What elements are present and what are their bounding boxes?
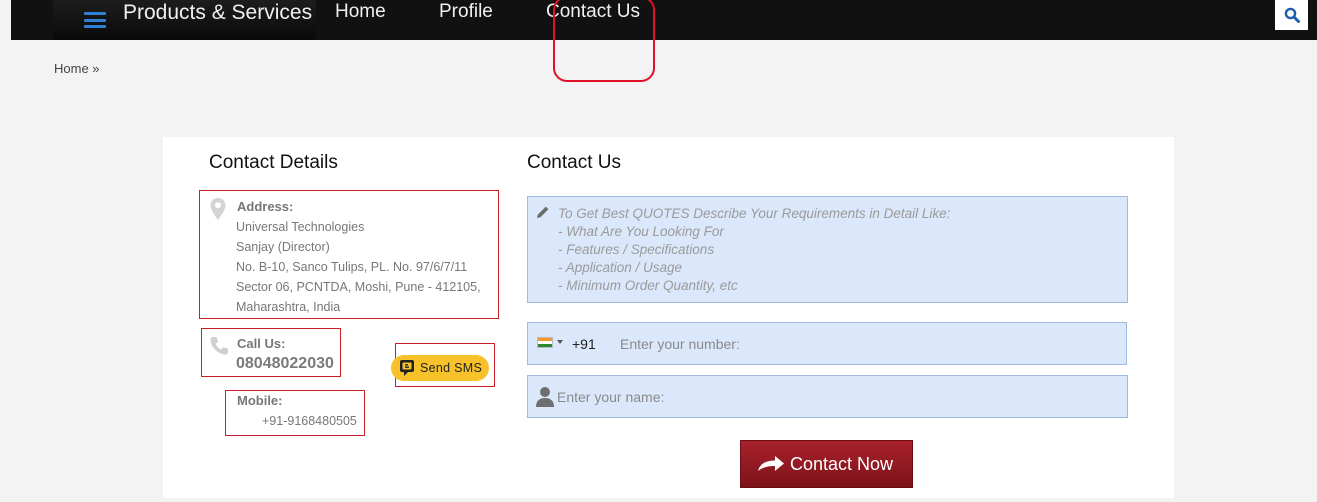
contact-us-heading: Contact Us bbox=[527, 152, 621, 173]
call-number[interactable]: 08048022030 bbox=[236, 355, 334, 373]
name-input[interactable] bbox=[557, 384, 1117, 410]
map-pin-icon bbox=[210, 198, 226, 220]
address-line: Universal Technologies bbox=[236, 220, 365, 234]
nav-home-link[interactable]: Home bbox=[335, 1, 386, 23]
send-sms-button[interactable]: Send SMS bbox=[391, 355, 489, 381]
products-services-menu[interactable]: Products & Services bbox=[53, 0, 316, 40]
contact-us-highlight-annotation bbox=[553, 0, 655, 82]
address-line: Sector 06, PCNTDA, Moshi, Pune - 412105, bbox=[236, 280, 481, 294]
breadcrumb[interactable]: Home » bbox=[54, 61, 100, 76]
dial-code: +91 bbox=[572, 336, 596, 352]
india-flag-icon[interactable] bbox=[537, 337, 553, 348]
search-button[interactable] bbox=[1275, 0, 1308, 30]
call-us-label: Call Us: bbox=[237, 336, 286, 351]
address-label: Address: bbox=[237, 199, 294, 214]
arrow-icon bbox=[758, 456, 784, 471]
mobile-label: Mobile: bbox=[237, 393, 283, 408]
contact-now-label: Contact Now bbox=[790, 453, 894, 474]
nav-profile-link[interactable]: Profile bbox=[439, 1, 493, 23]
requirement-textarea[interactable]: To Get Best QUOTES Describe Your Require… bbox=[527, 196, 1128, 303]
requirement-hint-line: - Minimum Order Quantity, etc bbox=[558, 278, 738, 293]
phone-icon bbox=[210, 337, 228, 355]
address-line: Sanjay (Director) bbox=[236, 240, 330, 254]
search-icon bbox=[1284, 7, 1300, 23]
address-line: Maharashtra, India bbox=[236, 300, 341, 314]
requirement-hint-line: To Get Best QUOTES Describe Your Require… bbox=[558, 206, 951, 221]
requirement-hint-line: - Application / Usage bbox=[558, 260, 683, 275]
products-services-label[interactable]: Products & Services bbox=[123, 1, 312, 25]
sms-icon bbox=[400, 360, 414, 376]
name-field bbox=[527, 375, 1128, 418]
phone-input[interactable] bbox=[620, 331, 1110, 357]
chevron-down-icon[interactable] bbox=[557, 340, 563, 344]
top-navbar: Products & Services bbox=[11, 0, 1317, 40]
hamburger-icon[interactable] bbox=[84, 12, 106, 28]
requirement-hint-line: - What Are You Looking For bbox=[558, 224, 724, 239]
phone-field: +91 bbox=[527, 322, 1127, 365]
mobile-number[interactable]: +91-9168480505 bbox=[262, 414, 357, 428]
pencil-icon bbox=[537, 206, 549, 218]
user-icon bbox=[536, 387, 554, 407]
address-line: No. B-10, Sanco Tulips, PL. No. 97/6/7/1… bbox=[236, 260, 468, 274]
send-sms-label: Send SMS bbox=[420, 361, 483, 375]
contact-details-heading: Contact Details bbox=[209, 152, 338, 173]
requirement-hint-line: - Features / Specifications bbox=[558, 242, 715, 257]
contact-now-button[interactable]: Contact Now bbox=[740, 440, 913, 488]
